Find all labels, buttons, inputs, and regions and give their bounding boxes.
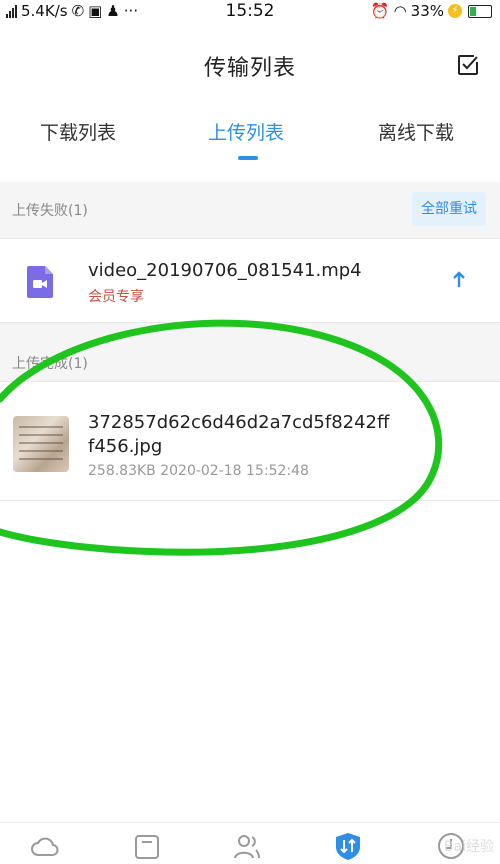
folder-icon[interactable]: [132, 831, 162, 861]
cloud-icon[interactable]: [30, 831, 60, 861]
bottom-nav: [0, 822, 500, 864]
watermark: Bai经验: [443, 839, 494, 855]
annotation-circle: [0, 319, 443, 556]
contacts-icon[interactable]: [232, 831, 262, 861]
transfer-icon[interactable]: [333, 831, 363, 861]
